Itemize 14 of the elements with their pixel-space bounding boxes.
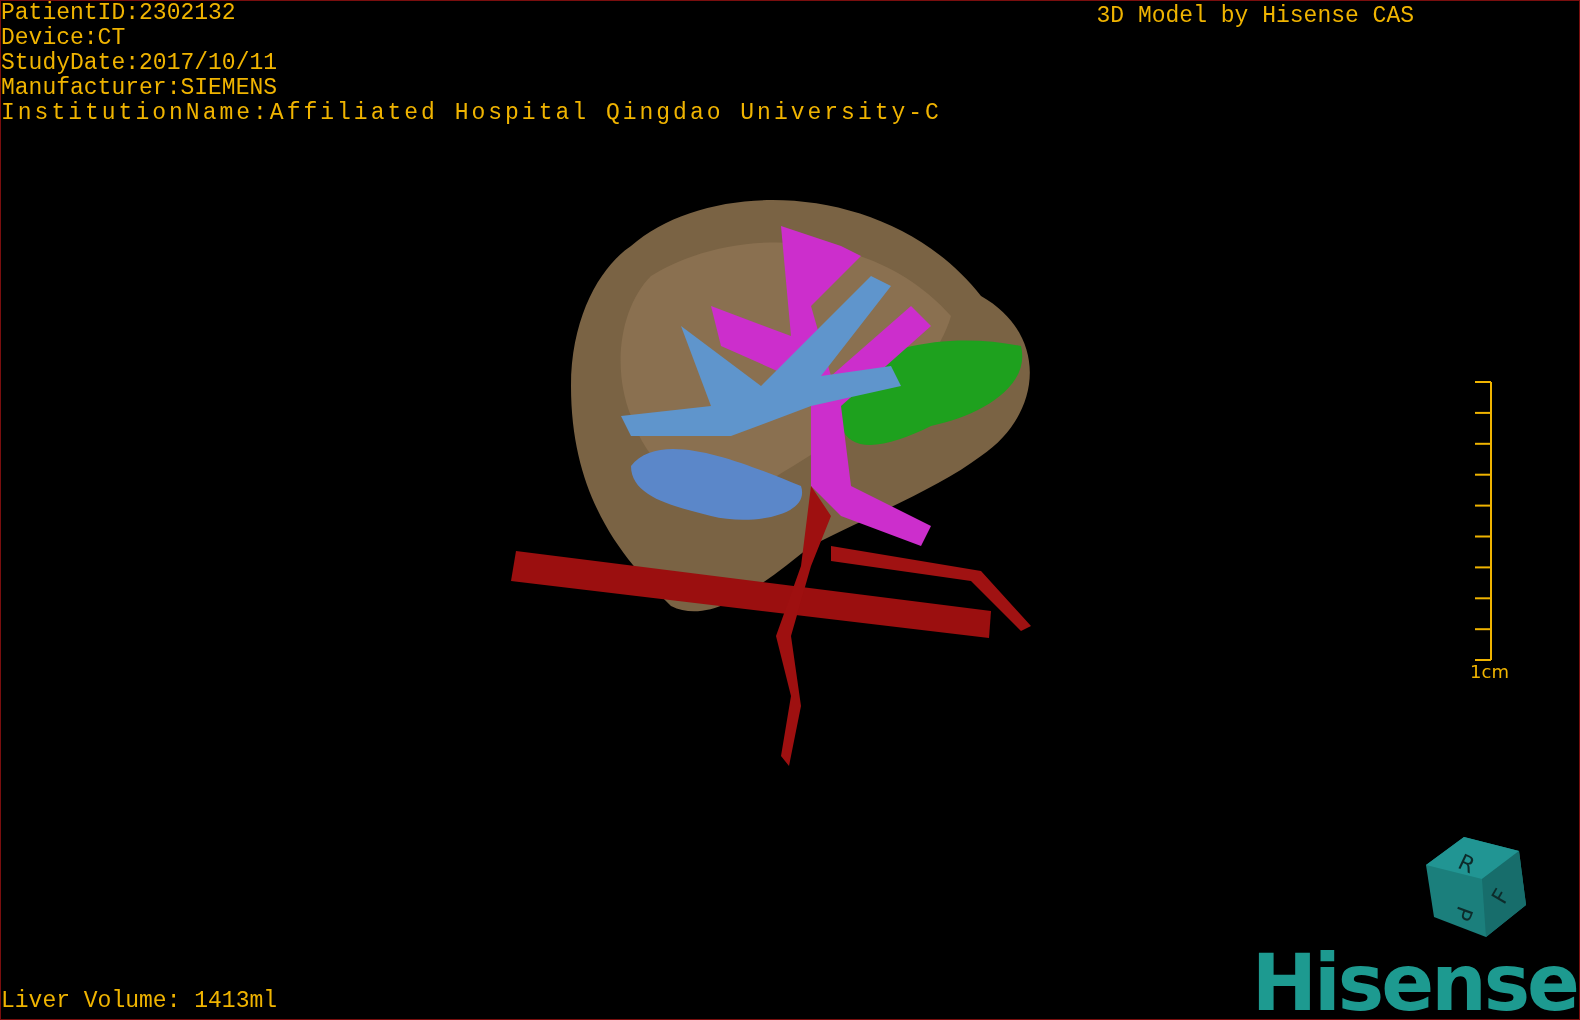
info-text: InstitutionName:Affiliated Hospital Qingdao University-C (1, 101, 942, 126)
info-text: Device:CT (1, 26, 127, 51)
logo-text: Hisense (1251, 947, 1577, 1019)
viewer-title: 3D Model by Hisense CAS (1096, 2, 1414, 31)
info-text: StudyDate:2017/10/11 (1, 51, 279, 76)
info-text: PatientID:2302132 (1, 1, 237, 26)
cube-face-label: F (1486, 884, 1515, 908)
info-text: Manufacturer:SIEMENS (1, 76, 279, 101)
cube-face-label: R (1454, 849, 1479, 879)
liver-volume-text: Liver Volume: 1413ml (1, 987, 278, 1015)
scale-label: 1cm (1470, 661, 1509, 683)
viewport[interactable]: PatientID:2302132 Device:CT StudyDate:2017/10/11 Manufacturer:SIEMENS InstitutionName:Affiliated Hospital Qingdao University-C 3D Model by Hisense CAS 1cm Liver Volume: 1413ml R F P Hisense (0, 0, 1580, 1020)
orientation-cube-icon[interactable] (1426, 837, 1526, 937)
cube-face-label: P (1449, 903, 1478, 925)
